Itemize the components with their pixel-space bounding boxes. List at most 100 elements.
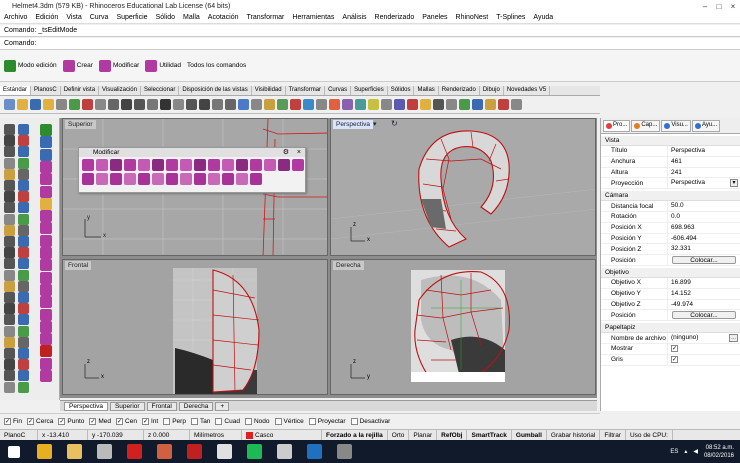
select-icon[interactable] [277,99,288,110]
place-button[interactable]: Colocar... [672,311,736,319]
tsplines-rotate-icon[interactable] [110,159,122,171]
osnap-toggle[interactable]: Cuad [215,418,240,425]
tsplines-uncrease-icon[interactable] [180,159,192,171]
paste-icon[interactable] [95,99,106,110]
four-views-icon[interactable] [238,99,249,110]
viewport-front[interactable]: Frontal z x [62,259,328,395]
zoom-icon[interactable] [160,99,171,110]
tsplines-delete-icon[interactable] [110,173,122,185]
tsplines-torus-icon[interactable] [40,197,52,210]
dimension-icon[interactable] [420,99,431,110]
tsplines-uncrease-icon[interactable] [138,173,150,185]
tsplines-weld-icon[interactable] [180,173,192,185]
property-value[interactable]: Colocar... [667,310,740,321]
tsplines-delete-icon[interactable] [152,159,164,171]
color-icon[interactable] [303,99,314,110]
curve-icon[interactable] [368,99,379,110]
curve-icon[interactable] [18,348,29,359]
osnap-toggle[interactable]: Vértice [274,418,304,425]
mode-button[interactable]: Crear [62,59,93,72]
group-icon[interactable] [485,99,496,110]
tsplines-weld-icon[interactable] [40,283,52,296]
tsplines-insert-point-icon[interactable] [138,159,150,171]
tsplines-smooth-icon[interactable] [40,333,52,346]
taskbar-button[interactable] [300,442,328,462]
osnap-checkbox[interactable]: ✓ [27,418,35,425]
toolbar-tab[interactable]: Transformar [286,86,326,95]
taskbar-button[interactable] [0,442,28,462]
osnap-checkbox[interactable] [308,418,316,425]
property-value[interactable]: 16.899 [667,277,740,288]
mesh-icon[interactable] [18,381,29,393]
status-toggle[interactable]: Filtrar [600,429,626,441]
analyze-icon[interactable] [4,292,15,303]
toolbar-tab[interactable]: Visualización [99,86,141,95]
property-value[interactable]: 461 [667,156,740,167]
tsplines-plane-icon[interactable] [40,210,52,223]
cut-icon[interactable] [69,99,80,110]
rectangle-icon[interactable] [18,336,29,348]
tsplines-delete-icon[interactable] [40,345,52,358]
tsplines-scale-icon[interactable] [96,159,108,171]
import-icon[interactable] [56,99,67,110]
menu-item[interactable]: Herramientas [288,14,338,21]
maximize-view-icon[interactable] [225,99,236,110]
extrude-icon[interactable] [18,359,29,371]
taskbar-button[interactable] [120,442,148,462]
osnap-checkbox[interactable] [244,418,252,425]
network-icon[interactable]: ▴ [684,448,687,455]
redo-icon[interactable] [121,99,132,110]
new-file-icon[interactable] [4,99,15,110]
property-checkbox[interactable]: ✓ [671,355,678,363]
gear-icon[interactable]: ⚙ [283,148,289,157]
menu-item[interactable]: Renderizado [371,14,419,21]
taskbar-button[interactable] [150,442,178,462]
menu-item[interactable]: Sólido [152,14,179,21]
add-viewport-tab-button[interactable]: + [215,401,230,411]
tsplines-subdivide-icon[interactable] [278,159,290,171]
taskbar-button[interactable] [330,442,358,462]
transform-icon[interactable] [446,99,457,110]
toolbar-tab[interactable]: Seleccionar [141,86,180,95]
tsplines-convert-icon[interactable] [40,357,52,370]
surface-icon[interactable] [381,99,392,110]
tsplines-extrude-icon[interactable] [40,247,52,259]
polyline-icon[interactable] [18,135,29,147]
menu-item[interactable]: Acotación [204,14,243,21]
tsplines-crease-icon[interactable] [124,173,136,185]
zoom-window-icon[interactable] [173,99,184,110]
layer-icon[interactable] [290,99,301,110]
menu-item[interactable]: Superficie [112,14,151,21]
box-icon[interactable] [4,370,15,382]
select-icon[interactable] [4,124,15,135]
explode-icon[interactable] [18,236,29,247]
osnap-toggle[interactable]: Desactivar [350,418,390,425]
tsplines-symmetry-icon[interactable] [40,308,52,321]
osnap-checkbox[interactable]: ✓ [4,418,11,425]
taskbar-button[interactable] [270,442,298,462]
material-icon[interactable] [316,99,327,110]
browse-button[interactable]: … [729,334,738,343]
tsplines-bridge-icon[interactable] [208,159,220,171]
tsplines-face-icon[interactable] [40,234,52,247]
menu-item[interactable]: Malla [179,14,204,21]
property-value[interactable]: Colocar... [667,255,740,265]
text-icon[interactable] [18,280,29,292]
status-toggle[interactable]: RefObj [437,429,468,441]
command-prompt[interactable]: Comando: [0,38,740,50]
maximize-icon[interactable]: □ [712,1,726,12]
tsplines-unweld-icon[interactable] [194,173,206,185]
tsplines-append-icon[interactable] [40,259,52,272]
status-toggle[interactable]: Uso de CPU: [626,429,673,441]
mesh-icon[interactable] [407,99,418,110]
status-toggle[interactable]: Grabar historial [547,429,601,441]
rotate-icon[interactable] [4,258,15,270]
volume-icon[interactable]: ◀ [693,448,698,455]
panel-tab[interactable]: Visu... [661,119,691,132]
tsplines-view-icon[interactable] [40,148,52,161]
property-value[interactable]: Perspectiva [667,146,740,156]
tsplines-extrude-icon[interactable] [250,159,262,171]
property-value[interactable]: -49.974 [667,299,740,310]
status-toggle[interactable]: Forzado a la rejilla [322,429,388,441]
osnap-toggle[interactable]: ✓ Cerca [27,418,53,425]
